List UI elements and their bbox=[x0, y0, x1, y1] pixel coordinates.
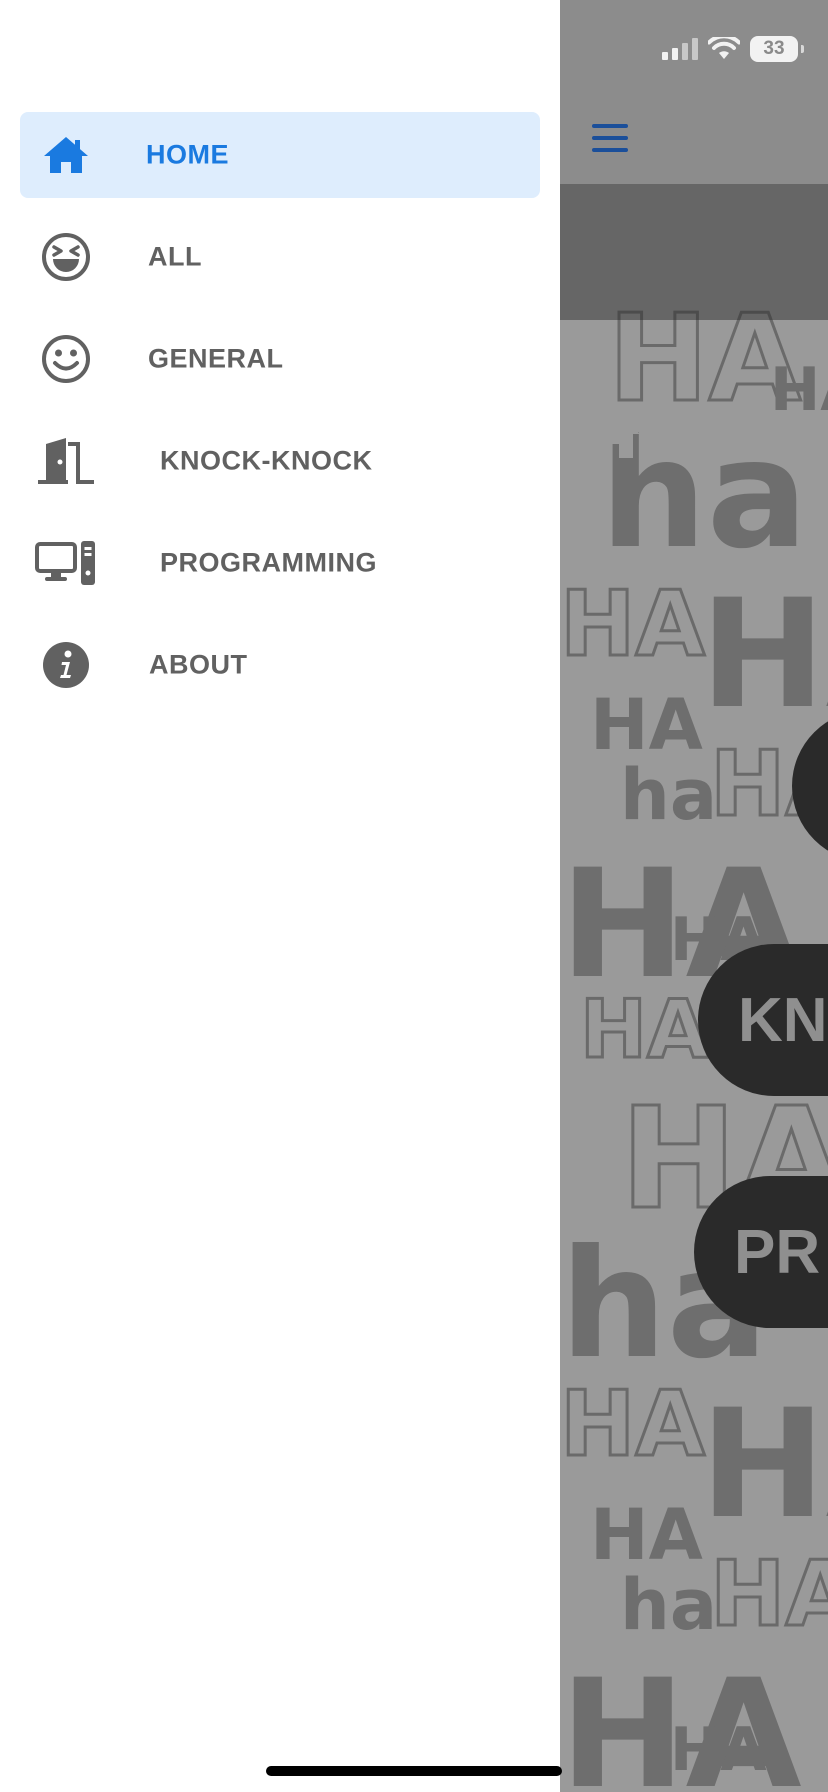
drawer-item-all[interactable]: ALL bbox=[20, 214, 540, 300]
pill-label: KN bbox=[738, 985, 828, 1055]
battery-icon: 33 bbox=[750, 36, 804, 62]
laughing-face-icon bbox=[34, 229, 98, 285]
drawer-item-about[interactable]: ABOUT bbox=[20, 622, 540, 708]
home-icon bbox=[34, 127, 98, 183]
pattern-word: HA bbox=[770, 355, 828, 425]
home-icon[interactable] bbox=[584, 406, 644, 460]
wifi-icon bbox=[708, 37, 740, 59]
pattern-word: HA bbox=[590, 684, 703, 766]
smiley-face-icon bbox=[34, 331, 98, 387]
pattern-word: HA bbox=[700, 1378, 828, 1552]
drawer-item-label: ALL bbox=[148, 241, 202, 272]
cellular-signal-icon bbox=[662, 38, 698, 60]
battery-level: 33 bbox=[763, 38, 785, 59]
drawer-item-knock-knock[interactable]: KNOCK-KNOCK bbox=[20, 418, 540, 504]
home-indicator[interactable] bbox=[266, 1766, 562, 1776]
drawer-item-home[interactable]: HOME bbox=[20, 112, 540, 198]
pattern-word: HA bbox=[559, 572, 707, 677]
drawer-item-label: ABOUT bbox=[149, 649, 248, 680]
drawer-item-label: PROGRAMMING bbox=[160, 547, 377, 578]
pattern-word: ha bbox=[620, 754, 718, 836]
status-bar: 33 bbox=[662, 34, 804, 64]
pattern-word: HA bbox=[590, 1494, 703, 1576]
pill-label: PR bbox=[734, 1217, 821, 1287]
info-icon bbox=[34, 637, 98, 693]
door-icon bbox=[34, 433, 98, 489]
computer-icon bbox=[34, 535, 98, 591]
drawer-item-label: KNOCK-KNOCK bbox=[160, 445, 373, 476]
pattern-word: HA bbox=[709, 1542, 828, 1647]
pattern-word: HA bbox=[579, 983, 711, 1076]
pattern-word: HA bbox=[559, 1372, 707, 1477]
pattern-word: HA bbox=[700, 568, 828, 742]
drawer-item-label: GENERAL bbox=[148, 343, 284, 374]
drawer-item-programming[interactable]: PROGRAMMING bbox=[20, 520, 540, 606]
drawer-item-general[interactable]: GENERAL bbox=[20, 316, 540, 402]
hamburger-menu-icon[interactable] bbox=[592, 124, 628, 152]
navigation-drawer: HOME ALL GENERAL KNOCK-KNOCK PROGRAMMING… bbox=[0, 0, 560, 1792]
drawer-item-label: HOME bbox=[146, 139, 229, 170]
pattern-word: ha bbox=[620, 1564, 718, 1646]
pattern-word: HA bbox=[670, 1715, 767, 1785]
